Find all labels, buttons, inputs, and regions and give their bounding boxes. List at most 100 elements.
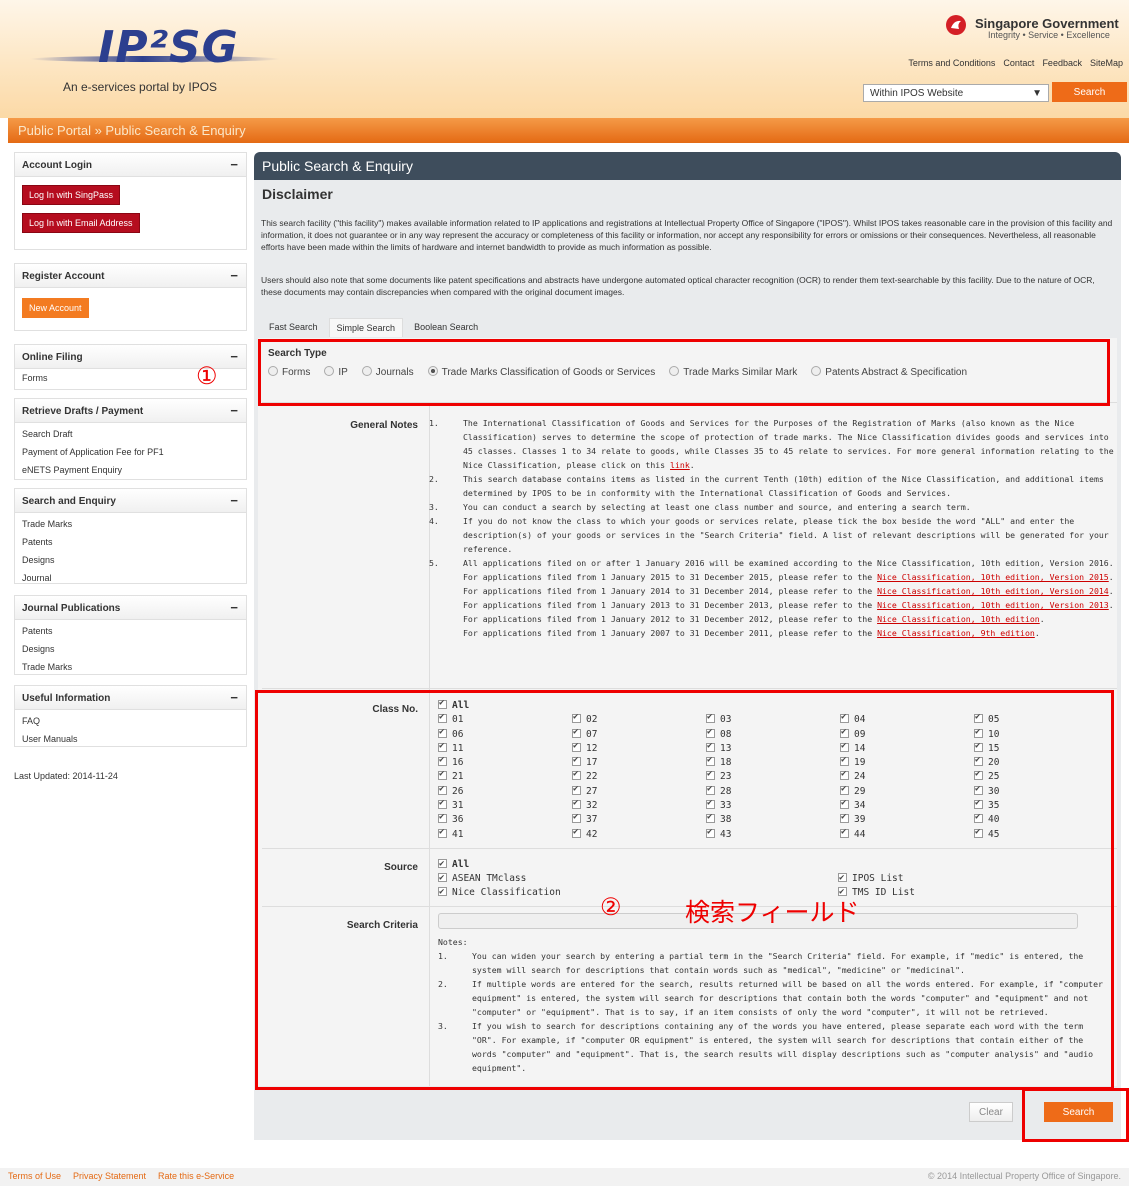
useful-info-title: Useful Information	[22, 693, 111, 704]
general-note-item: 4. If you do not know the class to which …	[429, 514, 1115, 556]
divider	[262, 688, 1117, 689]
note-number: 5.	[429, 558, 439, 568]
version-text: For applications filed from 1 January 20…	[463, 572, 878, 582]
version-text: For applications filed from 1 January 20…	[463, 600, 878, 610]
version-link[interactable]: Nice Classification, 10th edition, Versi…	[877, 600, 1109, 610]
version-line: For applications filed from 1 January 20…	[463, 572, 1114, 582]
note-text: This search database contains items as l…	[463, 472, 1115, 500]
sidebar-item-jp-designs[interactable]: Designs	[15, 640, 246, 658]
note-text: You can conduct a search by selecting at…	[463, 500, 971, 514]
tab-boolean-search[interactable]: Boolean Search	[407, 318, 485, 337]
sidebar-item-jp-patents[interactable]: Patents	[15, 620, 246, 640]
annotation-marker-1: ①	[196, 362, 218, 390]
gov-name: Singapore Government	[975, 16, 1119, 31]
footer-link-terms[interactable]: Terms of Use	[8, 1171, 61, 1183]
link-contact[interactable]: Contact	[1003, 58, 1034, 68]
register-panel: Register Account − New Account	[14, 263, 247, 331]
note-number: 4.	[429, 516, 439, 526]
version-link[interactable]: Nice Classification, 10th edition, Versi…	[877, 586, 1109, 596]
minimize-icon[interactable]: −	[230, 493, 238, 508]
tab-simple-search[interactable]: Simple Search	[328, 318, 404, 337]
sidebar-item-trade-marks[interactable]: Trade Marks	[15, 513, 246, 533]
last-updated: Last Updated: 2014-11-24	[14, 771, 118, 781]
sidebar-item-payment-pf1[interactable]: Payment of Application Fee for PF1	[15, 443, 246, 461]
version-line: For applications filed from 1 January 20…	[463, 614, 1045, 624]
sidebar-item-designs[interactable]: Designs	[15, 551, 246, 569]
minimize-icon[interactable]: −	[230, 690, 238, 705]
sidebar-item-faq[interactable]: FAQ	[15, 710, 246, 730]
general-note-item: 1. The International Classification of Go…	[429, 416, 1115, 472]
link-sitemap[interactable]: SiteMap	[1090, 58, 1123, 68]
minimize-icon[interactable]: −	[230, 268, 238, 283]
version-line: For applications filed from 1 January 20…	[463, 600, 1114, 610]
sidebar-item-jp-trade-marks[interactable]: Trade Marks	[15, 658, 246, 676]
annotation-label-search-field: 検索フィールド	[685, 898, 860, 927]
retrieve-header[interactable]: Retrieve Drafts / Payment −	[15, 399, 246, 423]
header-search-button[interactable]: Search	[1052, 82, 1127, 102]
site-header: IP²SG An e-services portal by IPOS Singa…	[0, 0, 1129, 118]
search-enquiry-header[interactable]: Search and Enquiry −	[15, 489, 246, 513]
singpass-login-button[interactable]: Log In with SingPass	[22, 185, 121, 205]
version-link[interactable]: Nice Classification, 10th edition, Versi…	[877, 572, 1109, 582]
retrieve-title: Retrieve Drafts / Payment	[22, 406, 144, 417]
sidebar-item-patents[interactable]: Patents	[15, 533, 246, 551]
note-text: The International Classification of Good…	[463, 416, 1115, 472]
general-note-item: 3. You can conduct a search by selecting …	[429, 500, 1115, 514]
logo-subtitle: An e-services portal by IPOS	[63, 80, 218, 94]
footer-link-privacy[interactable]: Privacy Statement	[73, 1171, 146, 1183]
note-text-body: This search database contains items as l…	[463, 474, 1104, 498]
link-terms[interactable]: Terms and Conditions	[908, 58, 995, 68]
version-text: For applications filed from 1 January 20…	[463, 614, 878, 624]
clear-button[interactable]: Clear	[969, 1102, 1013, 1122]
annotation-box-search-button	[1022, 1088, 1129, 1142]
register-header[interactable]: Register Account −	[15, 264, 246, 288]
version-text: For applications filed from 1 January 20…	[463, 586, 878, 596]
account-login-title: Account Login	[22, 160, 92, 171]
footer-link-rate[interactable]: Rate this e-Service	[158, 1171, 234, 1183]
useful-info-header[interactable]: Useful Information −	[15, 686, 246, 710]
journal-pub-title: Journal Publications	[22, 603, 121, 614]
sidebar-item-journal[interactable]: Journal	[15, 569, 246, 587]
annotation-box-search-type	[258, 339, 1110, 406]
search-tabs: Fast Search Simple Search Boolean Search	[262, 318, 485, 337]
general-note-item: 5. All applications filed on or after 1 J…	[429, 556, 1115, 640]
general-notes-label: General Notes	[350, 420, 418, 431]
note-number: 1.	[429, 418, 439, 428]
general-note-item: 2. This search database contains items as…	[429, 472, 1115, 500]
tab-fast-search[interactable]: Fast Search	[262, 318, 325, 337]
note-text: All applications filed on or after 1 Jan…	[463, 556, 1114, 640]
link-feedback[interactable]: Feedback	[1042, 58, 1082, 68]
top-links: Terms and Conditions Contact Feedback Si…	[908, 58, 1123, 68]
version-text: For applications filed from 1 January 20…	[463, 628, 878, 638]
new-account-button[interactable]: New Account	[22, 298, 89, 318]
account-login-header[interactable]: Account Login −	[15, 153, 246, 177]
sidebar-item-enets[interactable]: eNETS Payment Enquiry	[15, 461, 246, 479]
version-link[interactable]: Nice Classification, 9th edition	[877, 628, 1035, 638]
minimize-icon[interactable]: −	[230, 349, 238, 364]
disclaimer-paragraph-1: This search facility ("this facility") m…	[261, 218, 1113, 252]
version-line: For applications filed from 1 January 20…	[463, 628, 1040, 638]
minimize-icon[interactable]: −	[230, 600, 238, 615]
annotation-marker-2: ②	[600, 893, 622, 921]
nice-link[interactable]: link	[670, 460, 690, 470]
version-link[interactable]: Nice Classification, 10th edition	[877, 614, 1040, 624]
journal-pub-panel: Journal Publications − Patents Designs Tr…	[14, 595, 247, 675]
minimize-icon[interactable]: −	[230, 403, 238, 418]
disclaimer-paragraph-2: Users should also note that some documen…	[261, 275, 1095, 297]
version-line: For applications filed from 1 January 20…	[463, 586, 1114, 596]
journal-pub-header[interactable]: Journal Publications −	[15, 596, 246, 620]
site-scope-select[interactable]: Within IPOS Website ▼	[863, 84, 1049, 102]
note-text-end: .	[689, 460, 695, 470]
note-text-body: You can conduct a search by selecting at…	[463, 502, 971, 512]
sidebar-item-user-manuals[interactable]: User Manuals	[15, 730, 246, 748]
annotation-box-search-field	[255, 690, 1114, 1090]
page: IP²SG An e-services portal by IPOS Singa…	[0, 0, 1129, 1186]
sidebar-item-search-draft[interactable]: Search Draft	[15, 423, 246, 443]
minimize-icon[interactable]: −	[230, 157, 238, 172]
note-number: 2.	[429, 474, 439, 484]
ip2sg-logo[interactable]: IP²SG	[98, 22, 239, 73]
email-login-button[interactable]: Log In with Email Address	[22, 213, 140, 233]
footer: Terms of Use Privacy Statement Rate this…	[0, 1168, 1129, 1186]
account-login-panel: Account Login − Log In with SingPass Log …	[14, 152, 247, 250]
copyright: © 2014 Intellectual Property Office of S…	[927, 1171, 1121, 1181]
